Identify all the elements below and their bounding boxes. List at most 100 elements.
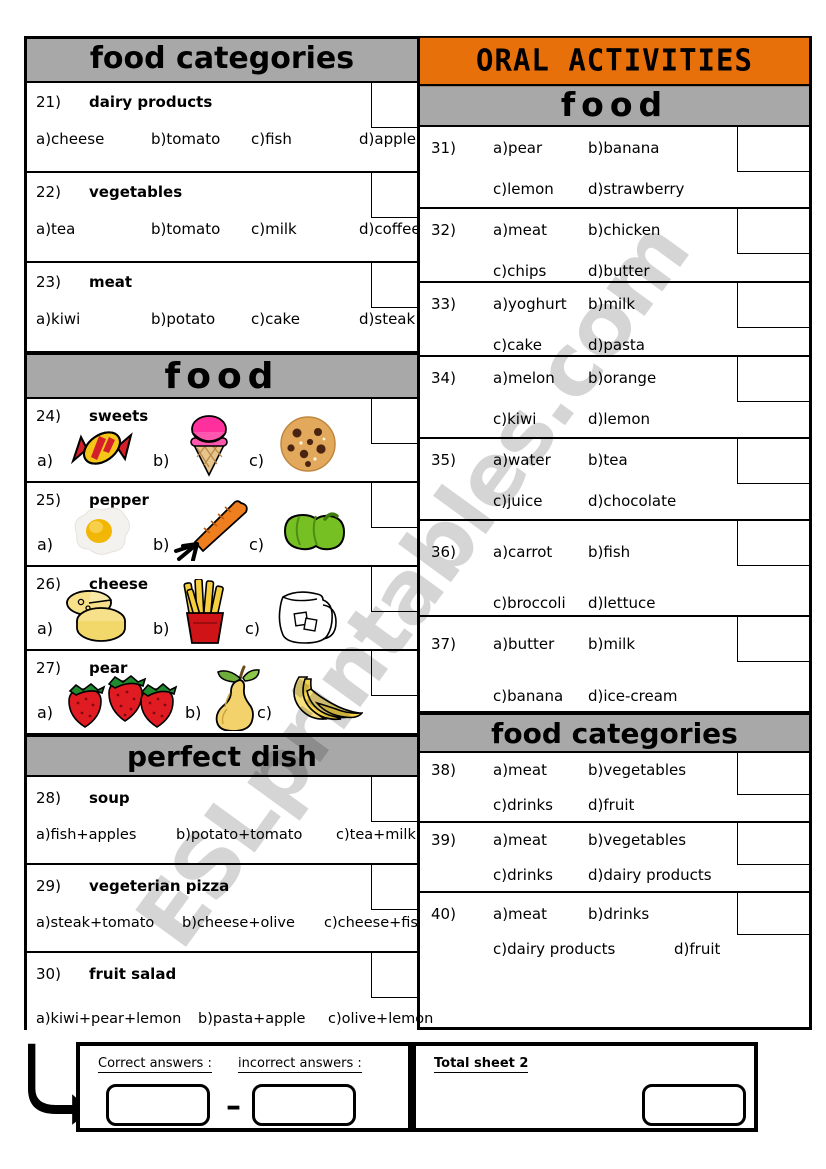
option-c[interactable]: c)milk	[251, 220, 359, 238]
question-26[interactable]: 26) cheese a) b) c)	[27, 567, 417, 651]
answer-box[interactable]	[371, 865, 417, 910]
fried-egg-icon[interactable]	[65, 505, 133, 563]
option-b[interactable]: b)cheese+olive	[182, 915, 324, 931]
total-sheet-input[interactable]	[642, 1084, 746, 1126]
option-a[interactable]: a)meat	[493, 831, 547, 849]
option-a[interactable]: a)tea	[36, 220, 151, 238]
question-22[interactable]: 22) vegetables a)tea b)tomato c)milk d)coff…	[27, 173, 421, 263]
option-d[interactable]: d)strawberry	[588, 180, 684, 198]
answer-box[interactable]	[371, 777, 417, 822]
water-jug-icon[interactable]	[271, 583, 345, 649]
answer-box[interactable]	[737, 209, 809, 254]
option-d[interactable]: d)dairy products	[588, 866, 712, 884]
question-29[interactable]: 29) vegeterian pizza a)steak+tomato b)che…	[27, 865, 427, 953]
option-d[interactable]: d)butter	[588, 262, 650, 280]
option-b[interactable]: b)potato+tomato	[176, 827, 336, 843]
answer-box[interactable]	[371, 483, 417, 528]
option-b[interactable]: b)milk	[588, 295, 635, 313]
option-c[interactable]: c)lemon	[493, 180, 554, 198]
option-c[interactable]: c)fish	[251, 130, 359, 148]
carrot-icon[interactable]	[173, 499, 253, 565]
question-37[interactable]: 37) a)butter b)milk c)banana d)ice-cream	[420, 617, 809, 713]
answer-box[interactable]	[737, 283, 809, 328]
option-a[interactable]: a)water	[493, 451, 551, 469]
option-c[interactable]: c)dairy products	[493, 940, 615, 958]
question-39[interactable]: 39) a)meat b)vegetables c)drinks d)dairy…	[420, 823, 809, 893]
question-24[interactable]: 24) sweets a) b) c)	[27, 399, 417, 483]
option-a[interactable]: a)cheese	[36, 130, 151, 148]
option-a[interactable]: a)carrot	[493, 543, 552, 561]
option-a-label[interactable]: a)	[37, 535, 53, 554]
option-d[interactable]: d)fruit	[588, 796, 634, 814]
question-34[interactable]: 34) a)melon b)orange c)kiwi d)lemon	[420, 357, 809, 439]
option-b-label[interactable]: b)	[153, 619, 169, 638]
option-b[interactable]: b)tomato	[151, 130, 251, 148]
option-c-label[interactable]: c)	[249, 535, 264, 554]
question-21[interactable]: 21) dairy products a)cheese b)tomato c)fis…	[27, 83, 417, 173]
pear-icon[interactable]	[209, 665, 271, 735]
option-a-label[interactable]: a)	[37, 619, 53, 638]
option-a[interactable]: a)pear	[493, 139, 542, 157]
answer-box[interactable]	[371, 83, 417, 128]
option-c[interactable]: c)cake	[493, 336, 542, 354]
option-b[interactable]: b)pasta+apple	[198, 1011, 328, 1027]
option-c[interactable]: c)tea+milk	[336, 827, 416, 843]
option-a-label[interactable]: a)	[37, 451, 53, 470]
option-a[interactable]: a)melon	[493, 369, 555, 387]
cheese-wheel-icon[interactable]	[61, 587, 137, 647]
option-d[interactable]: d)pasta	[588, 336, 645, 354]
option-c[interactable]: c)kiwi	[493, 410, 536, 428]
option-a[interactable]: a)meat	[493, 905, 547, 923]
question-31[interactable]: 31) a)pear b)banana c)lemon d)strawberry	[420, 127, 809, 209]
option-a[interactable]: a)fish+apples	[36, 827, 176, 843]
option-c[interactable]: c)juice	[493, 492, 542, 510]
candy-icon[interactable]	[65, 423, 141, 477]
french-fries-icon[interactable]	[177, 578, 233, 649]
answer-box[interactable]	[371, 173, 417, 218]
answer-box[interactable]	[371, 567, 417, 612]
banana-icon[interactable]	[281, 673, 364, 731]
option-c[interactable]: c)olive+lemon	[328, 1011, 433, 1027]
question-27[interactable]: 27) pear a) b) c)	[27, 651, 417, 735]
option-c[interactable]: c)drinks	[493, 866, 553, 884]
question-32[interactable]: 32) a)meat b)chicken c)chips d)butter	[420, 209, 809, 283]
option-d[interactable]: d)lettuce	[588, 594, 656, 612]
question-33[interactable]: 33) a)yoghurt b)milk c)cake d)pasta	[420, 283, 809, 357]
option-b[interactable]: b)potato	[151, 310, 251, 328]
green-pepper-icon[interactable]	[275, 507, 347, 559]
answer-box[interactable]	[737, 521, 809, 566]
option-a-label[interactable]: a)	[37, 703, 53, 722]
answer-box[interactable]	[737, 127, 809, 172]
correct-answers-input[interactable]	[106, 1084, 210, 1126]
option-c[interactable]: c)cake	[251, 310, 359, 328]
option-b[interactable]: b)milk	[588, 635, 635, 653]
option-b-label[interactable]: b)	[153, 451, 169, 470]
answer-box[interactable]	[371, 263, 417, 308]
option-b[interactable]: b)vegetables	[588, 831, 686, 849]
question-35[interactable]: 35) a)water b)tea c)juice d)chocolate	[420, 439, 809, 521]
question-28[interactable]: 28) soup a)fish+apples b)potato+tomato c)t…	[27, 777, 417, 865]
option-c[interactable]: c)cheese+fish	[324, 915, 427, 931]
option-b-label[interactable]: b)	[153, 535, 169, 554]
question-36[interactable]: 36) a)carrot b)fish c)broccoli d)lettuce	[420, 521, 809, 617]
option-a[interactable]: a)meat	[493, 761, 547, 779]
option-c-label[interactable]: c)	[249, 451, 264, 470]
option-a[interactable]: a)steak+tomato	[36, 915, 182, 931]
strawberries-icon[interactable]	[61, 671, 179, 733]
option-b[interactable]: b)tea	[588, 451, 628, 469]
option-b[interactable]: b)drinks	[588, 905, 649, 923]
option-c-label[interactable]: c)	[257, 703, 272, 722]
question-23[interactable]: 23) meat a)kiwi b)potato c)cake d)steak	[27, 263, 417, 353]
option-d[interactable]: d)fruit	[674, 940, 720, 958]
incorrect-answers-input[interactable]	[252, 1084, 356, 1126]
option-c[interactable]: c)broccoli	[493, 594, 566, 612]
cookie-icon[interactable]	[275, 415, 341, 479]
option-c[interactable]: c)chips	[493, 262, 546, 280]
answer-box[interactable]	[371, 399, 417, 444]
question-30[interactable]: 30) fruit salad a)kiwi+pear+lemon b)pasta…	[27, 953, 433, 1041]
option-d[interactable]: d)lemon	[588, 410, 650, 428]
answer-box[interactable]	[737, 823, 809, 865]
option-a[interactable]: a)kiwi	[36, 310, 151, 328]
option-b[interactable]: b)tomato	[151, 220, 251, 238]
answer-box[interactable]	[737, 893, 809, 935]
